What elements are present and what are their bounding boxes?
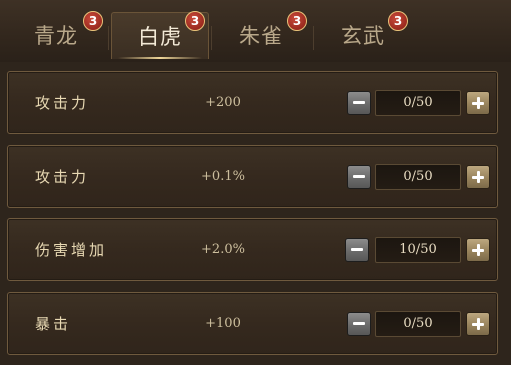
minus-icon <box>351 248 363 251</box>
tab-divider <box>211 26 212 50</box>
attribute-bonus: +0.1% <box>201 169 245 184</box>
level-counter: 10/50 <box>375 236 461 263</box>
attribute-name: 伤害增加 <box>35 241 108 259</box>
tab-badge: 3 <box>83 11 103 31</box>
tab-badge: 3 <box>388 11 408 31</box>
tab-badge: 3 <box>185 11 205 31</box>
attribute-row: 伤害增加 +2.0% 10/50 <box>7 218 498 281</box>
decrease-button[interactable] <box>347 311 371 336</box>
tab-label: 青龙 <box>34 24 78 48</box>
attribute-name: 暴击 <box>35 315 72 333</box>
decrease-button[interactable] <box>347 90 371 115</box>
tab-bar: 青龙 3 白虎 3 朱雀 3 玄武 3 <box>0 0 511 62</box>
attribute-name: 攻击力 <box>35 168 90 186</box>
attribute-row: 攻击力 +0.1% 0/50 <box>7 145 498 208</box>
tab-badge: 3 <box>287 11 307 31</box>
minus-icon <box>353 322 365 325</box>
increase-button[interactable] <box>466 164 490 189</box>
decrease-button[interactable] <box>347 164 371 189</box>
tab-label: 白虎 <box>138 25 182 49</box>
level-counter: 0/50 <box>375 163 461 190</box>
attribute-bonus: +100 <box>205 316 241 331</box>
minus-icon <box>353 101 365 104</box>
decrease-button[interactable] <box>345 237 369 262</box>
increase-button[interactable] <box>466 311 490 336</box>
attribute-bonus: +2.0% <box>201 242 245 257</box>
increase-button[interactable] <box>466 90 490 115</box>
level-counter: 0/50 <box>375 89 461 116</box>
attribute-row: 攻击力 +200 0/50 <box>7 71 498 134</box>
minus-icon <box>353 175 365 178</box>
increase-button[interactable] <box>466 237 490 262</box>
attribute-name: 攻击力 <box>35 94 90 112</box>
tab-divider <box>108 26 109 50</box>
attribute-row: 暴击 +100 0/50 <box>7 292 498 355</box>
tab-divider <box>313 26 314 50</box>
level-counter: 0/50 <box>375 310 461 337</box>
tab-label: 玄武 <box>341 24 385 48</box>
attribute-bonus: +200 <box>205 95 241 110</box>
tab-label: 朱雀 <box>239 24 283 48</box>
